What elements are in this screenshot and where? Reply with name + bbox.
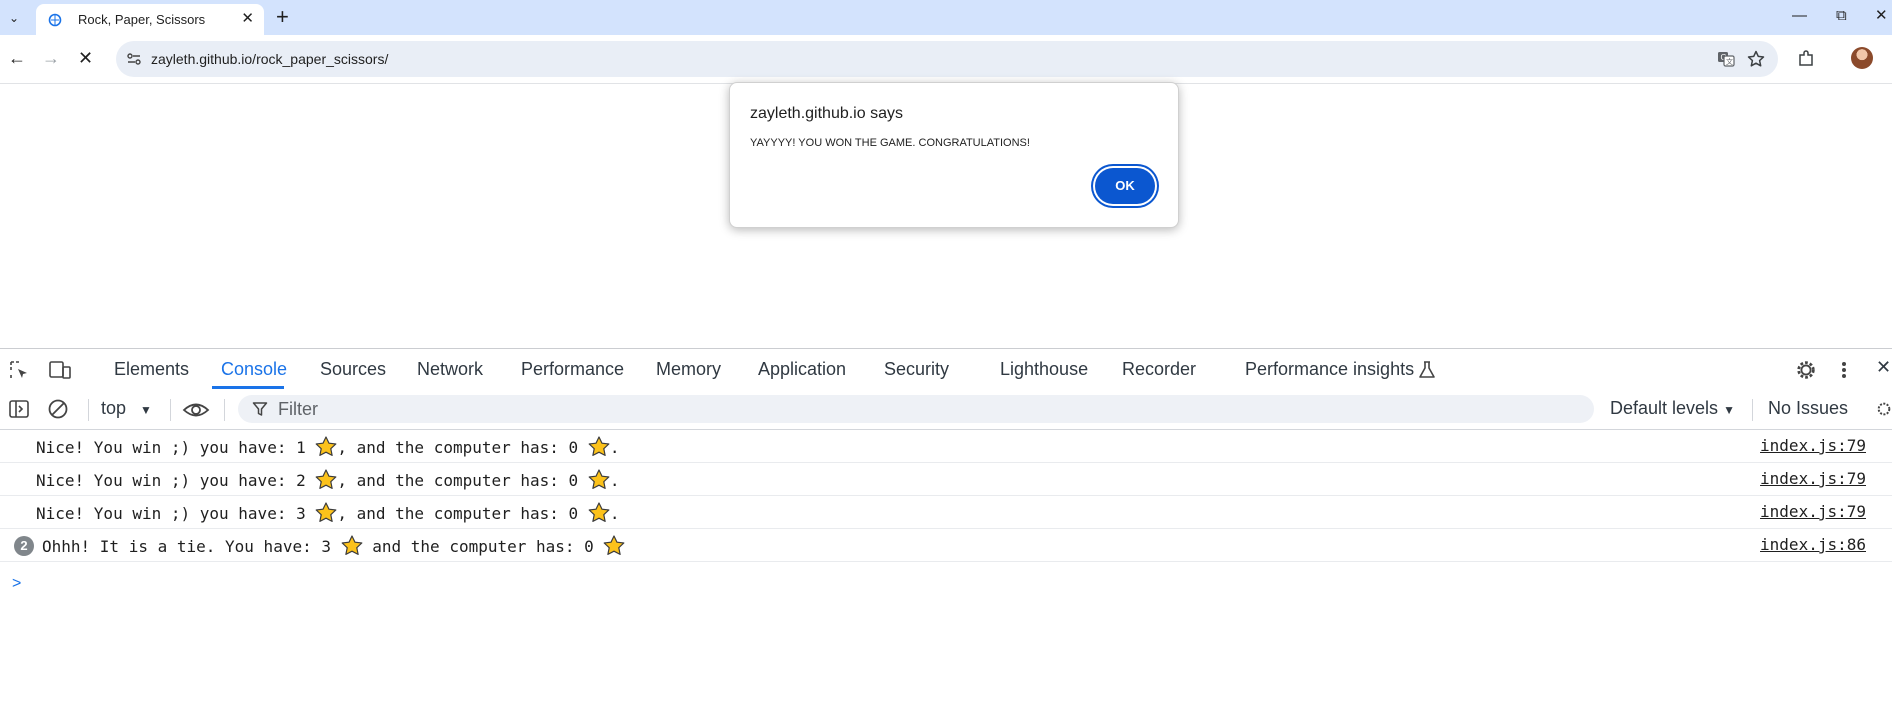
tab-search-chevron-icon[interactable]: ⌄: [4, 8, 24, 28]
address-bar[interactable]: zayleth.github.io/rock_paper_scissors/ G…: [116, 41, 1778, 77]
context-dropdown-icon[interactable]: ▼: [140, 403, 152, 417]
star-emoji-icon: [604, 535, 625, 555]
translate-icon[interactable]: G 文: [1716, 49, 1736, 69]
console-filter-input[interactable]: Filter: [238, 395, 1594, 423]
toolbar-divider: [170, 399, 171, 421]
tab-application[interactable]: Application: [758, 359, 846, 380]
tab-console[interactable]: Console: [221, 359, 287, 380]
tab-network[interactable]: Network: [417, 359, 483, 380]
new-tab-icon[interactable]: +: [276, 5, 289, 29]
dialog-title: zayleth.github.io says: [750, 105, 903, 122]
console-toolbar: top ▼ Filter Default levels ▼ No Issues: [0, 389, 1892, 430]
browser-tab[interactable]: Rock, Paper, Scissors ✕: [36, 4, 264, 35]
filter-funnel-icon: [252, 402, 268, 416]
tab-lighthouse[interactable]: Lighthouse: [1000, 359, 1088, 380]
toolbar-divider: [88, 399, 89, 421]
tab-performance-insights[interactable]: Performance insights: [1245, 359, 1414, 380]
ok-button[interactable]: OK: [1095, 168, 1155, 204]
context-selector[interactable]: top: [101, 398, 126, 419]
tab-title: Rock, Paper, Scissors: [78, 12, 206, 27]
source-link[interactable]: index.js:79: [1760, 436, 1866, 455]
tab-elements[interactable]: Elements: [114, 359, 189, 380]
device-toolbar-icon[interactable]: [48, 359, 72, 381]
forward-icon[interactable]: →: [42, 47, 60, 69]
console-message: Nice! You win ;) you have: 1 , and the c…: [36, 436, 620, 457]
log-levels-label: Default levels: [1610, 398, 1719, 418]
source-link[interactable]: index.js:86: [1760, 535, 1866, 554]
more-options-icon[interactable]: [1840, 359, 1848, 381]
site-info-icon[interactable]: [126, 51, 142, 67]
filter-placeholder: Filter: [278, 399, 318, 419]
tab-security[interactable]: Security: [884, 359, 949, 380]
svg-text:文: 文: [1726, 57, 1733, 66]
toolbar-divider: [224, 399, 225, 421]
tab-strip: ⌄ Rock, Paper, Scissors ✕ + — ⧉ ✕: [0, 0, 1892, 35]
settings-gear-icon[interactable]: [1794, 359, 1818, 381]
console-message-row: Nice! You win ;) you have: 3 , and the c…: [0, 495, 1892, 529]
inspect-element-icon[interactable]: [8, 359, 30, 381]
tab-recorder[interactable]: Recorder: [1122, 359, 1196, 380]
console-message-row: Nice! You win ;) you have: 2 , and the c…: [0, 462, 1892, 496]
star-emoji-icon: [315, 502, 337, 522]
toolbar-divider: [1752, 399, 1753, 421]
star-emoji-icon: [315, 436, 337, 456]
restore-icon[interactable]: ⧉: [1836, 6, 1847, 26]
stop-loading-icon[interactable]: ✕: [78, 47, 93, 69]
tab-performance[interactable]: Performance: [521, 359, 624, 380]
issues-counter[interactable]: No Issues: [1768, 398, 1848, 419]
browser-toolbar: ← → ✕ zayleth.github.io/rock_paper_sciss…: [0, 35, 1892, 84]
alert-dialog: zayleth.github.io says YAYYYY! YOU WON T…: [729, 82, 1179, 228]
globe-favicon-icon: [48, 13, 62, 27]
flask-icon: [1419, 361, 1435, 378]
console-settings-gear-icon[interactable]: [1876, 398, 1892, 420]
source-link[interactable]: index.js:79: [1760, 469, 1866, 488]
extensions-icon[interactable]: [1796, 49, 1816, 69]
console-message: Nice! You win ;) you have: 3 , and the c…: [36, 502, 620, 523]
star-emoji-icon: [341, 535, 363, 555]
console-prompt[interactable]: >: [12, 575, 21, 593]
star-emoji-icon: [588, 502, 610, 522]
star-emoji-icon: [588, 469, 610, 489]
star-emoji-icon: [588, 436, 610, 456]
console-message-row: 2 Ohhh! It is a tie. You have: 3 and the…: [0, 528, 1892, 562]
bookmark-star-icon[interactable]: [1746, 49, 1766, 69]
tab-close-icon[interactable]: ✕: [241, 10, 254, 28]
tab-memory[interactable]: Memory: [656, 359, 721, 380]
back-icon[interactable]: ←: [8, 47, 26, 69]
url-text: zayleth.github.io/rock_paper_scissors/: [151, 51, 389, 67]
levels-dropdown-icon: ▼: [1723, 403, 1735, 417]
log-levels-dropdown[interactable]: Default levels ▼: [1610, 398, 1735, 419]
sidebar-toggle-icon[interactable]: [8, 398, 30, 420]
live-expression-eye-icon[interactable]: [182, 400, 210, 420]
console-message: Ohhh! It is a tie. You have: 3 and the c…: [42, 535, 625, 556]
dialog-message: YAYYYY! YOU WON THE GAME. CONGRATULATION…: [750, 137, 1030, 149]
devtools-panel: Elements Console Sources Network Perform…: [0, 348, 1892, 713]
console-message: Nice! You win ;) you have: 2 , and the c…: [36, 469, 620, 490]
close-devtools-icon[interactable]: ✕: [1876, 357, 1891, 378]
source-link[interactable]: index.js:79: [1760, 502, 1866, 521]
devtools-tabbar: Elements Console Sources Network Perform…: [0, 349, 1892, 390]
profile-avatar[interactable]: [1851, 47, 1873, 69]
tab-sources[interactable]: Sources: [320, 359, 386, 380]
minimize-icon[interactable]: —: [1792, 6, 1807, 26]
console-message-row: Nice! You win ;) you have: 1 , and the c…: [0, 429, 1892, 463]
star-emoji-icon: [315, 469, 337, 489]
repeat-count-badge: 2: [14, 536, 34, 556]
clear-console-icon[interactable]: [47, 398, 69, 420]
close-window-icon[interactable]: ✕: [1875, 6, 1888, 26]
